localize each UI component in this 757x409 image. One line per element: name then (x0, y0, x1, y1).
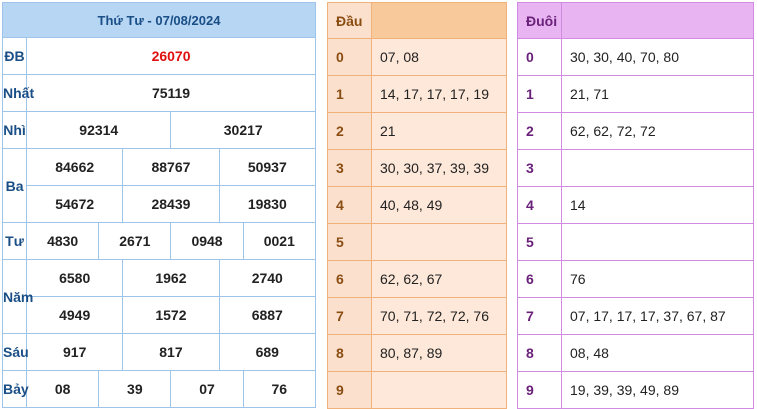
dau-values: 30, 30, 37, 39, 39 (371, 149, 507, 187)
prize-value: 6887 (218, 296, 317, 334)
dau-values: 80, 87, 89 (371, 334, 507, 372)
prize-value: 1962 (122, 259, 220, 297)
duoi-header: Đuôi (517, 2, 562, 39)
dau-header: Đầu (327, 2, 372, 39)
prize-value: 689 (218, 333, 317, 371)
prize-value: 1572 (122, 296, 220, 334)
prize-value: 0948 (170, 222, 244, 260)
prize-value: 19830 (218, 185, 317, 223)
duoi-values: 62, 62, 72, 72 (561, 112, 754, 150)
duoi-values (561, 149, 754, 187)
duoi-digit: 4 (517, 186, 562, 224)
prize-label-nhi: Nhì (1, 111, 28, 149)
dau-digit: 1 (327, 75, 372, 113)
prize-label-nam: Năm (1, 259, 33, 334)
prize-value: 2740 (218, 259, 317, 297)
prize-value: 30217 (170, 111, 316, 149)
duoi-values: 14 (561, 186, 754, 224)
prize-value: 2671 (98, 222, 172, 260)
duoi-digit: 2 (517, 112, 562, 150)
duoi-values: 07, 17, 17, 17, 37, 67, 87 (561, 297, 754, 335)
prize-value-db: 26070 (26, 37, 316, 75)
prize-value: 88767 (122, 148, 220, 186)
dau-values: 07, 08 (371, 38, 507, 76)
prize-value: 75119 (26, 74, 316, 112)
dau-values: 14, 17, 17, 17, 19 (371, 75, 507, 113)
duoi-digit: 7 (517, 297, 562, 335)
dau-table: Đầu 0 07, 08 1 14, 17, 17, 17, 19 2 21 3 30,… (327, 2, 507, 409)
duoi-values (561, 223, 754, 261)
prize-label-sau: Sáu (1, 333, 29, 371)
duoi-digit: 1 (517, 75, 562, 113)
prize-value: 4949 (26, 296, 124, 334)
dau-digit: 4 (327, 186, 372, 224)
duoi-digit: 6 (517, 260, 562, 298)
results-table: Thứ Tư - 07/08/2024 ĐB 26070 Nhất 75119 … (1, 2, 317, 408)
duoi-table: Đuôi 0 30, 30, 40, 70, 80 1 21, 71 2 62, 62… (517, 2, 754, 409)
prize-value: 92314 (26, 111, 172, 149)
dau-digit: 6 (327, 260, 372, 298)
prize-value: 28439 (122, 185, 220, 223)
prize-value: 917 (26, 333, 124, 371)
dau-values: 70, 71, 72, 72, 76 (371, 297, 507, 335)
dau-digit: 7 (327, 297, 372, 335)
dau-values (371, 371, 507, 409)
duoi-header-spacer (561, 2, 754, 39)
duoi-values: 21, 71 (561, 75, 754, 113)
dau-values (371, 223, 507, 261)
dau-values: 40, 48, 49 (371, 186, 507, 224)
dau-digit: 9 (327, 371, 372, 409)
duoi-values: 76 (561, 260, 754, 298)
duoi-digit: 8 (517, 334, 562, 372)
dau-digit: 3 (327, 149, 372, 187)
prize-value: 84662 (26, 148, 124, 186)
dau-digit: 0 (327, 38, 372, 76)
dau-digit: 5 (327, 223, 372, 261)
duoi-digit: 9 (517, 371, 562, 409)
prize-value: 54672 (26, 185, 124, 223)
duoi-values: 30, 30, 40, 70, 80 (561, 38, 754, 76)
duoi-values: 08, 48 (561, 334, 754, 372)
duoi-digit: 5 (517, 223, 562, 261)
prize-value: 08 (26, 370, 100, 408)
prize-value: 39 (98, 370, 172, 408)
prize-label-bay: Bảy (1, 370, 29, 408)
dau-values: 21 (371, 112, 507, 150)
prize-value: 6580 (26, 259, 124, 297)
prize-value: 4830 (26, 222, 100, 260)
results-date-header: Thứ Tư - 07/08/2024 (2, 2, 316, 38)
prize-value: 817 (122, 333, 220, 371)
dau-digit: 2 (327, 112, 372, 150)
duoi-digit: 0 (517, 38, 562, 76)
prize-label-ba: Ba (1, 148, 28, 223)
prize-value: 0021 (242, 222, 317, 260)
duoi-digit: 3 (517, 149, 562, 187)
dau-values: 62, 62, 67 (371, 260, 507, 298)
duoi-values: 19, 39, 39, 49, 89 (561, 371, 754, 409)
dau-header-spacer (371, 2, 507, 39)
prize-value: 07 (170, 370, 244, 408)
prize-label-tu: Tư (1, 222, 28, 260)
prize-label-db: ĐB (1, 37, 28, 75)
prize-value: 50937 (218, 148, 317, 186)
prize-value: 76 (242, 370, 317, 408)
prize-label-nhat: Nhất (1, 74, 34, 112)
dau-digit: 8 (327, 334, 372, 372)
